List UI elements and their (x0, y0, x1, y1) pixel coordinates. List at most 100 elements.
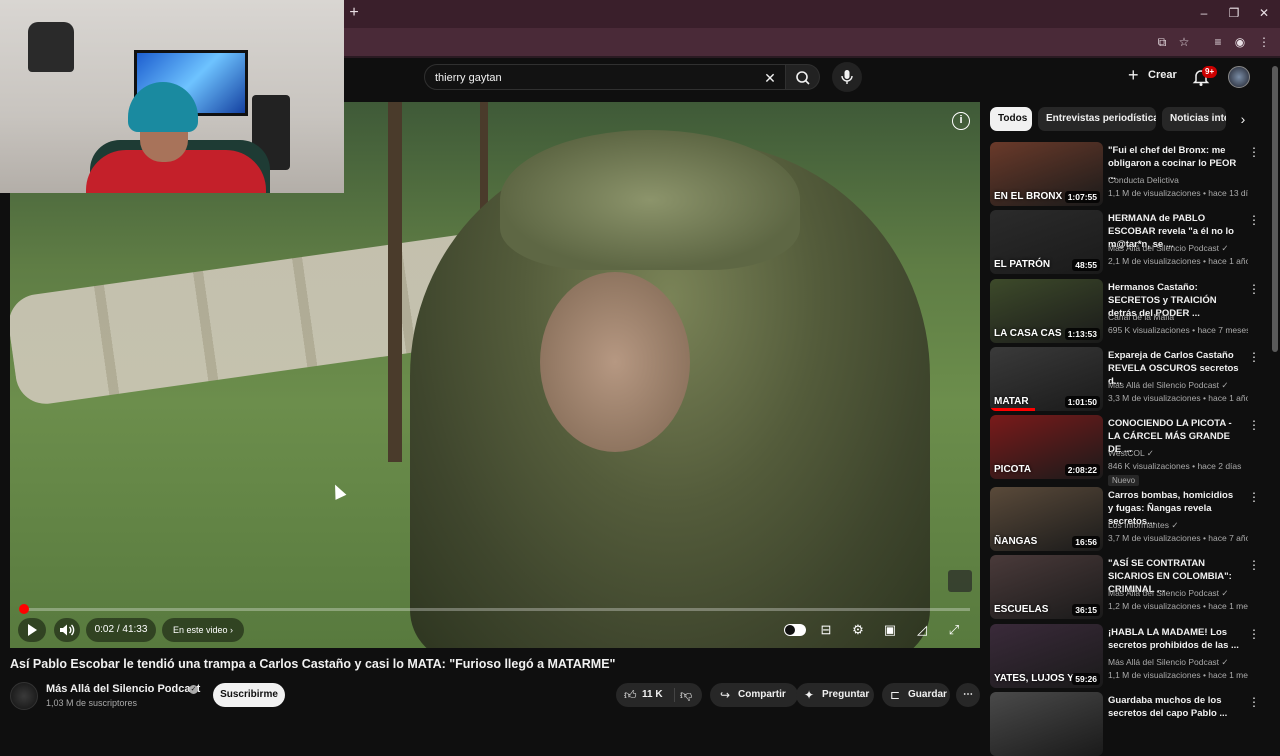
save-label: Guardar (908, 689, 947, 700)
more-vertical-icon[interactable]: ⋮ (1248, 281, 1260, 297)
play-button[interactable] (18, 618, 46, 642)
new-tab-icon[interactable]: + (346, 5, 362, 21)
install-app-icon[interactable]: ⧉ (1154, 34, 1170, 50)
chevron-right-icon: › (230, 625, 234, 635)
search-input[interactable] (435, 69, 735, 87)
search-button[interactable] (786, 64, 820, 90)
recommendation-channel-name: Más Allá del Silencio Podcast (1108, 657, 1220, 667)
like-divider (674, 688, 675, 702)
recommendation-thumbnail[interactable]: EL PATRÓN 48:55 (990, 210, 1103, 274)
search-box[interactable]: ✕ (424, 64, 786, 90)
chevron-right-icon[interactable]: › (1234, 110, 1252, 128)
channel-name[interactable]: Más Allá del Silencio Podcast (46, 683, 200, 695)
recommendation-channel[interactable]: WestCOL ✓ (1108, 448, 1248, 459)
create-label: Crear (1148, 69, 1177, 81)
more-vertical-icon[interactable]: ⋮ (1248, 417, 1260, 433)
like-count[interactable]: 11 K (642, 683, 663, 707)
recommendation-title[interactable]: Guardaba muchos de los secretos del capo… (1108, 694, 1240, 720)
recommendation-thumbnail[interactable]: EN EL BRONX 1:07:55 (990, 142, 1103, 206)
recommendation-meta: 3,3 M de visualizaciones • hace 1 año (1108, 393, 1248, 403)
recommendation-item[interactable]: LA CASA CAS 1:13:53 Hermanos Castaño: SECR… (990, 279, 1260, 343)
info-icon[interactable]: i (952, 112, 970, 130)
chapters-button[interactable]: En este video › (162, 618, 244, 642)
channel-watermark[interactable] (948, 570, 972, 592)
thumbnail-caption: YATES, LUJOS Y (994, 673, 1074, 684)
thumbnail-caption: PICOTA (994, 464, 1032, 475)
recommendation-thumbnail[interactable]: YATES, LUJOS Y 59:26 (990, 624, 1103, 688)
more-vertical-icon[interactable]: ⋮ (1248, 144, 1260, 160)
recommendation-item[interactable]: EN EL BRONX 1:07:55 "Fui el chef del Bronx… (990, 142, 1260, 206)
share-button[interactable]: ↪ Compartir (710, 683, 798, 707)
scrollbar-thumb[interactable] (1272, 66, 1278, 352)
play-icon (28, 624, 37, 636)
voice-search-button[interactable] (832, 62, 862, 92)
recommendation-item[interactable]: MATAR 1:01:50 Expareja de Carlos Castaño R… (990, 347, 1260, 411)
thumbnail-caption: EL PATRÓN (994, 259, 1051, 270)
bookmark-icon: ⊏ (890, 688, 901, 702)
recommendation-thumbnail[interactable]: LA CASA CAS 1:13:53 (990, 279, 1103, 343)
recommendation-title[interactable]: ¡HABLA LA MADAME! Los secretos prohibido… (1108, 626, 1240, 652)
recommendation-item[interactable]: YATES, LUJOS Y 59:26 ¡HABLA LA MADAME! Los… (990, 624, 1260, 688)
recommendation-channel[interactable]: Los Informantes ✓ (1108, 520, 1248, 531)
recommendation-thumbnail[interactable]: ÑANGAS 16:56 (990, 487, 1103, 551)
more-actions-button[interactable]: ⋯ (956, 683, 980, 707)
duration-badge: 2:08:22 (1064, 464, 1100, 476)
profile-icon[interactable]: ◉ (1232, 34, 1248, 50)
progress-scrubber[interactable] (19, 604, 29, 614)
close-window-icon[interactable]: ✕ (1255, 5, 1273, 21)
clear-search-icon[interactable]: ✕ (761, 69, 779, 87)
more-vertical-icon[interactable]: ⋮ (1248, 349, 1260, 365)
recommendation-thumbnail[interactable]: MATAR 1:01:50 (990, 347, 1103, 411)
channel-avatar[interactable] (10, 682, 38, 710)
recommendation-item[interactable]: EL PATRÓN 48:55 HERMANA de PABLO ESCOBAR r… (990, 210, 1260, 274)
recommendation-thumbnail[interactable]: PICOTA 2:08:22 (990, 415, 1103, 479)
recommendation-item[interactable]: PICOTA 2:08:22 CONOCIENDO LA PICOTA - LA C… (990, 415, 1260, 486)
duration-badge: 48:55 (1072, 259, 1100, 271)
create-button[interactable]: + Crear (1124, 64, 1180, 88)
recommendation-channel-name: Más Allá del Silencio Podcast (1108, 588, 1220, 598)
save-button[interactable]: ⊏ Guardar (882, 683, 950, 707)
verified-check-icon: ✓ (189, 685, 198, 694)
settings-gear-icon[interactable]: ⚙ (844, 618, 872, 642)
recommendation-channel[interactable]: Más Allá del Silencio Podcast ✓ (1108, 380, 1248, 391)
thumbs-down-icon[interactable]: 👎︎ (680, 683, 692, 707)
recommendation-channel[interactable]: Más Allá del Silencio Podcast ✓ (1108, 657, 1248, 668)
recommendation-channel[interactable]: Más Allá del Silencio Podcast ✓ (1108, 588, 1248, 599)
browser-menu-icon[interactable]: ⋮ (1256, 34, 1272, 50)
ask-button[interactable]: ✦ Preguntar (796, 683, 874, 707)
recommendation-channel[interactable]: Más Allá del Silencio Podcast ✓ (1108, 243, 1248, 254)
recommendation-item[interactable]: ESCUELAS 36:15 "ASÍ SE CONTRATAN SICARIOS … (990, 555, 1260, 619)
new-badge: Nuevo (1108, 475, 1140, 486)
fullscreen-icon[interactable]: ⤢ (940, 618, 968, 642)
verified-check-icon: ✓ (1219, 588, 1229, 598)
chip-todos[interactable]: Todos (990, 107, 1032, 131)
autoplay-toggle[interactable] (784, 624, 806, 636)
volume-button[interactable] (54, 618, 80, 642)
thumbs-up-icon[interactable]: 👍︎ (624, 683, 637, 707)
recommendation-meta: 3,7 M de visualizaciones • hace 7 años (1108, 533, 1248, 543)
recommendation-channel[interactable]: Conducta Delictiva (1108, 175, 1248, 185)
recommendation-thumbnail[interactable]: ESCUELAS 36:15 (990, 555, 1103, 619)
more-vertical-icon[interactable]: ⋮ (1248, 212, 1260, 228)
chip-noticias[interactable]: Noticias inte (1162, 107, 1226, 131)
media-control-icon[interactable]: ≡ (1210, 34, 1226, 50)
more-vertical-icon[interactable]: ⋮ (1248, 489, 1260, 505)
more-vertical-icon[interactable]: ⋮ (1248, 557, 1260, 573)
recommendation-item[interactable]: Guardaba muchos de los secretos del capo… (990, 692, 1260, 756)
progress-bar[interactable] (19, 604, 970, 614)
subtitles-icon[interactable]: ⊟ (812, 618, 840, 642)
recommendation-item[interactable]: ÑANGAS 16:56 Carros bombas, homicidios y f… (990, 487, 1260, 551)
restore-icon[interactable]: ❐ (1225, 5, 1243, 21)
verified-check-icon: ✓ (1219, 243, 1229, 253)
account-avatar[interactable] (1228, 66, 1250, 88)
subscribe-button[interactable]: Suscribirme (213, 683, 285, 707)
more-vertical-icon[interactable]: ⋮ (1248, 626, 1260, 642)
recommendation-thumbnail[interactable] (990, 692, 1103, 756)
recommendation-channel[interactable]: Canal de la Mafia (1108, 312, 1248, 322)
miniplayer-icon[interactable]: ▣ (876, 618, 904, 642)
chip-entrevistas[interactable]: Entrevistas periodísticas (1038, 107, 1156, 131)
bookmark-star-icon[interactable]: ☆ (1176, 34, 1192, 50)
minimize-icon[interactable]: – (1195, 5, 1213, 21)
cast-icon[interactable]: ◿ (908, 618, 936, 642)
more-vertical-icon[interactable]: ⋮ (1248, 694, 1260, 710)
